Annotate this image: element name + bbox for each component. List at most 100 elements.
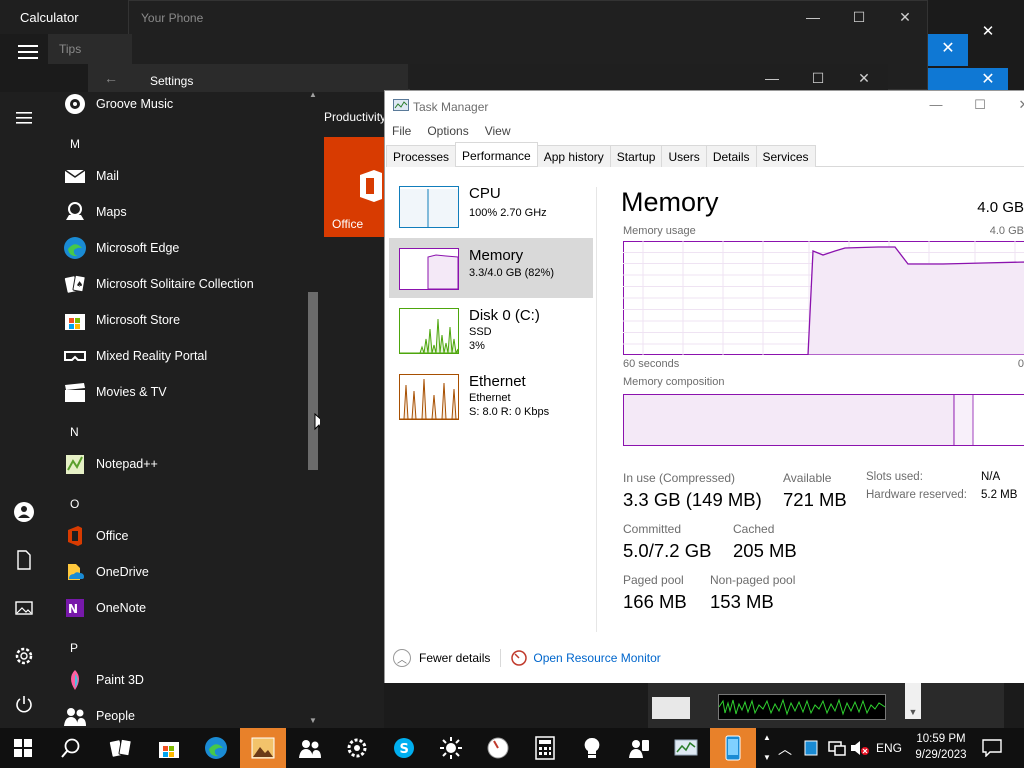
maximize-icon[interactable]: ☐ bbox=[806, 68, 830, 88]
list-item[interactable]: Microsoft Edge bbox=[62, 230, 179, 266]
list-item[interactable]: N OneNote bbox=[62, 590, 146, 626]
settings-gear-icon[interactable] bbox=[12, 644, 36, 668]
volume-muted-icon[interactable] bbox=[850, 740, 870, 756]
tab-details[interactable]: Details bbox=[705, 145, 757, 167]
taskbar-tips[interactable] bbox=[569, 728, 615, 768]
start-app-list[interactable]: Groove Music M Mail Maps Microsoft Edge … bbox=[48, 92, 320, 728]
tab-startup[interactable]: Startup bbox=[609, 145, 663, 167]
back-arrow-icon[interactable]: ← bbox=[104, 70, 118, 86]
close-icon[interactable]: ✕ bbox=[852, 68, 876, 88]
perf-item-memory[interactable]: Memory 3.3/4.0 GB (82%) bbox=[389, 238, 593, 298]
menu-options[interactable]: Options bbox=[427, 124, 468, 138]
letter-header[interactable]: N bbox=[70, 425, 79, 439]
taskbar-your-phone[interactable] bbox=[616, 728, 662, 768]
taskbar-people[interactable] bbox=[287, 728, 333, 768]
list-item[interactable]: OneDrive bbox=[62, 554, 149, 590]
close-icon[interactable]: ✕ bbox=[928, 34, 968, 66]
list-item[interactable]: People bbox=[62, 698, 135, 728]
list-item[interactable]: Groove Music bbox=[62, 92, 173, 122]
list-item[interactable]: Microsoft Store bbox=[62, 302, 180, 338]
list-item[interactable]: Notepad++ bbox=[62, 446, 158, 482]
tab-app-history[interactable]: App history bbox=[536, 145, 611, 167]
user-account-icon[interactable] bbox=[12, 500, 36, 524]
show-hidden-icons-chevron-icon[interactable]: ︿ bbox=[778, 739, 792, 759]
taskbar-calculator[interactable] bbox=[522, 728, 568, 768]
task-manager-titlebar[interactable]: Task Manager — ☐ ✕ bbox=[385, 91, 1024, 121]
list-item[interactable]: Mail bbox=[62, 158, 119, 194]
menu-file[interactable]: File bbox=[392, 124, 411, 138]
tab-processes[interactable]: Processes bbox=[386, 145, 457, 167]
close-icon[interactable]: ✕ bbox=[1009, 97, 1024, 117]
minimize-icon[interactable]: — bbox=[760, 68, 784, 88]
office-tile[interactable]: Office bbox=[324, 137, 384, 237]
taskbar-brightness[interactable] bbox=[428, 728, 474, 768]
scroll-up-icon[interactable]: ▲ bbox=[307, 90, 319, 100]
list-item[interactable]: Paint 3D bbox=[62, 662, 144, 698]
scrollbar-thumb[interactable] bbox=[308, 292, 318, 470]
search-button[interactable] bbox=[48, 728, 94, 768]
close-icon[interactable]: ✕ bbox=[968, 68, 1008, 92]
svg-text:♠: ♠ bbox=[76, 280, 83, 289]
tab-performance[interactable]: Performance bbox=[455, 142, 538, 166]
non-paged-pool-label: Non-paged pool bbox=[710, 573, 796, 587]
start-button[interactable] bbox=[0, 728, 46, 768]
documents-icon[interactable] bbox=[12, 548, 36, 572]
calculator-titlebar[interactable]: Calculator bbox=[0, 0, 130, 34]
maximize-icon[interactable]: ☐ bbox=[847, 7, 871, 27]
task-manager-window[interactable]: Task Manager — ☐ ✕ File Options View Pro… bbox=[384, 90, 1024, 683]
list-item[interactable]: Movies & TV bbox=[62, 374, 167, 410]
list-item[interactable]: Mixed Reality Portal bbox=[62, 338, 207, 374]
action-center-icon[interactable] bbox=[982, 739, 1002, 757]
taskbar-edge[interactable] bbox=[193, 728, 239, 768]
menu-view[interactable]: View bbox=[485, 124, 511, 138]
maximize-icon[interactable]: ☐ bbox=[965, 97, 995, 117]
taskbar-skype[interactable]: S bbox=[381, 728, 427, 768]
taskbar-task-manager[interactable] bbox=[663, 728, 709, 768]
taskbar-scroll[interactable]: ▲ ▼ bbox=[760, 728, 774, 768]
perf-item-cpu[interactable]: CPU 100% 2.70 GHz bbox=[389, 180, 593, 240]
hamburger-menu-icon[interactable] bbox=[18, 45, 38, 61]
minimize-icon[interactable]: — bbox=[921, 97, 951, 117]
list-item[interactable]: ♠ Microsoft Solitaire Collection bbox=[62, 266, 254, 302]
paged-pool-label: Paged pool bbox=[623, 573, 684, 587]
tab-services[interactable]: Services bbox=[755, 145, 816, 167]
letter-header[interactable]: M bbox=[70, 137, 80, 151]
open-resource-monitor-link[interactable]: Open Resource Monitor bbox=[533, 651, 660, 665]
pictures-icon[interactable] bbox=[12, 596, 36, 620]
taskbar-phone-link[interactable] bbox=[710, 728, 756, 768]
settings-titlebar-controls[interactable]: — ☐ ✕ bbox=[410, 64, 888, 92]
fewer-details-link[interactable]: Fewer details bbox=[419, 651, 490, 665]
skype-icon: S bbox=[394, 738, 414, 758]
expand-menu-icon[interactable] bbox=[12, 106, 36, 130]
maximize-icon[interactable] bbox=[928, 68, 968, 92]
office-tile-label: Office bbox=[332, 217, 364, 231]
tips-window[interactable]: Tips bbox=[48, 34, 132, 64]
taskbar-resource-monitor[interactable] bbox=[475, 728, 521, 768]
letter-header[interactable]: P bbox=[70, 641, 78, 655]
taskbar-photos[interactable] bbox=[240, 728, 286, 768]
tab-users[interactable]: Users bbox=[661, 145, 707, 167]
taskbar-store[interactable] bbox=[146, 728, 192, 768]
minimize-icon[interactable]: — bbox=[801, 7, 825, 27]
close-icon[interactable]: ✕ bbox=[968, 20, 1008, 44]
input-language-indicator[interactable]: ENG bbox=[876, 741, 902, 755]
system-clock[interactable]: 10:59 PM 9/29/2023 bbox=[906, 731, 976, 763]
close-icon[interactable]: ✕ bbox=[893, 7, 917, 27]
in-use-label: In use (Compressed) bbox=[623, 471, 736, 485]
taskbar-solitaire[interactable] bbox=[98, 728, 144, 768]
scroll-down-icon[interactable]: ▼ bbox=[307, 716, 319, 726]
network-icon[interactable] bbox=[828, 740, 846, 756]
onenote-icon: N bbox=[62, 595, 88, 621]
letter-header[interactable]: O bbox=[70, 497, 79, 511]
taskbar-settings[interactable] bbox=[334, 728, 380, 768]
list-item[interactable]: Office bbox=[62, 518, 128, 554]
list-item[interactable]: Maps bbox=[62, 194, 127, 230]
settings-window[interactable]: ← Settings bbox=[88, 64, 408, 92]
chevron-up-icon[interactable]: ︿ bbox=[393, 649, 411, 667]
tablet-mode-icon[interactable] bbox=[804, 740, 818, 756]
perf-item-ethernet[interactable]: Ethernet Ethernet S: 8.0 R: 0 Kbps bbox=[389, 366, 593, 426]
power-icon[interactable] bbox=[12, 692, 36, 716]
perf-item-disk[interactable]: Disk 0 (C:) SSD 3% bbox=[389, 300, 593, 360]
scroll-down-icon[interactable]: ▼ bbox=[905, 683, 921, 719]
tile-group-title[interactable]: Productivity bbox=[324, 110, 386, 124]
